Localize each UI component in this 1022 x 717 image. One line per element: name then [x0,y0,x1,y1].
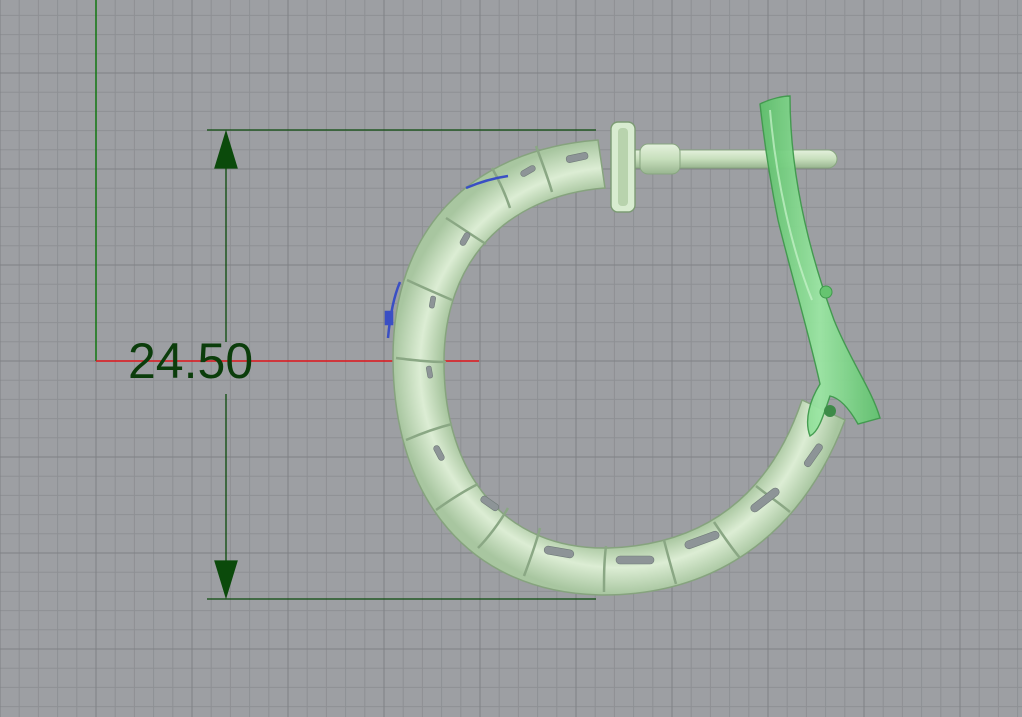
dimension-value-label[interactable]: 24.50 [128,336,253,386]
earring-post [610,121,838,213]
clasp-lever [759,95,881,437]
rhino-viewport[interactable]: 24.50 [0,0,1022,717]
